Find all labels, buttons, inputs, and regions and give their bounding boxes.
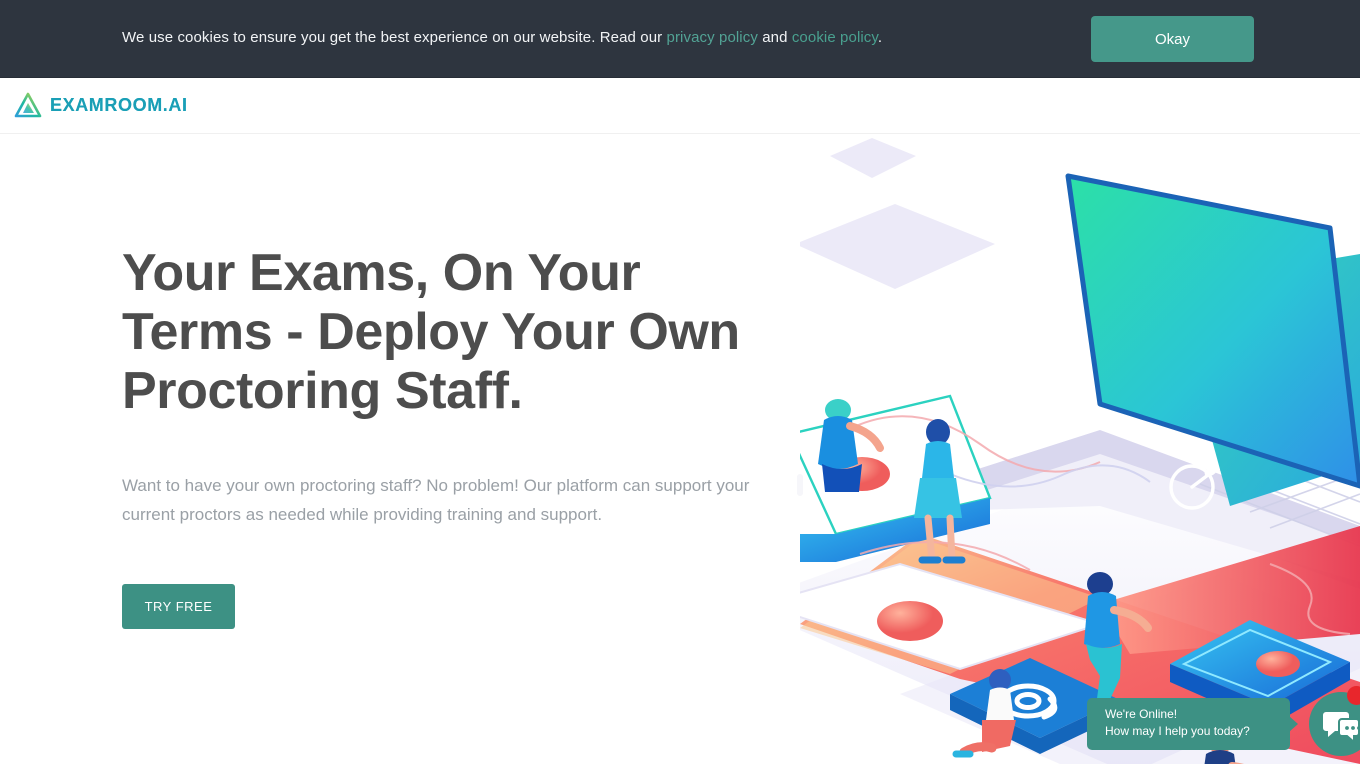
main-navigation-bar [0,78,1360,134]
hero-section: Your Exams, On Your Terms - Deploy Your … [0,134,1360,764]
cookie-consent-text: We use cookies to ensure you get the bes… [122,29,882,46]
chat-prompt-line: How may I help you today? [1105,724,1250,738]
brand-logo-link[interactable]: EXAMROOM.AI [14,92,188,118]
privacy-policy-link[interactable]: privacy policy [667,29,758,46]
cookie-text-before: We use cookies to ensure you get the bes… [122,29,667,46]
chat-status-line: We're Online! [1105,707,1178,721]
cookie-text-after: . [877,29,883,46]
triangle-logo-icon [14,92,42,118]
cookie-policy-link[interactable]: cookie policy [792,29,878,46]
cookie-text-between: and [757,29,792,46]
hero-copy-block: Your Exams, On Your Terms - Deploy Your … [122,244,782,629]
page-title: Your Exams, On Your Terms - Deploy Your … [122,244,740,420]
hero-subtitle: Want to have your own proctoring staff? … [122,476,750,524]
hero-illustration [740,134,1360,764]
brand-name: EXAMROOM.AI [50,94,188,115]
try-free-button[interactable]: TRY FREE [122,584,235,629]
chat-greeting-bubble[interactable]: We're Online! How may I help you today? [1087,698,1298,750]
notification-badge-icon [1347,686,1360,705]
cookie-accept-button[interactable]: Okay [1091,16,1254,62]
chat-bubbles-icon [1309,712,1360,760]
cookie-consent-banner: We use cookies to ensure you get the bes… [0,0,1360,78]
